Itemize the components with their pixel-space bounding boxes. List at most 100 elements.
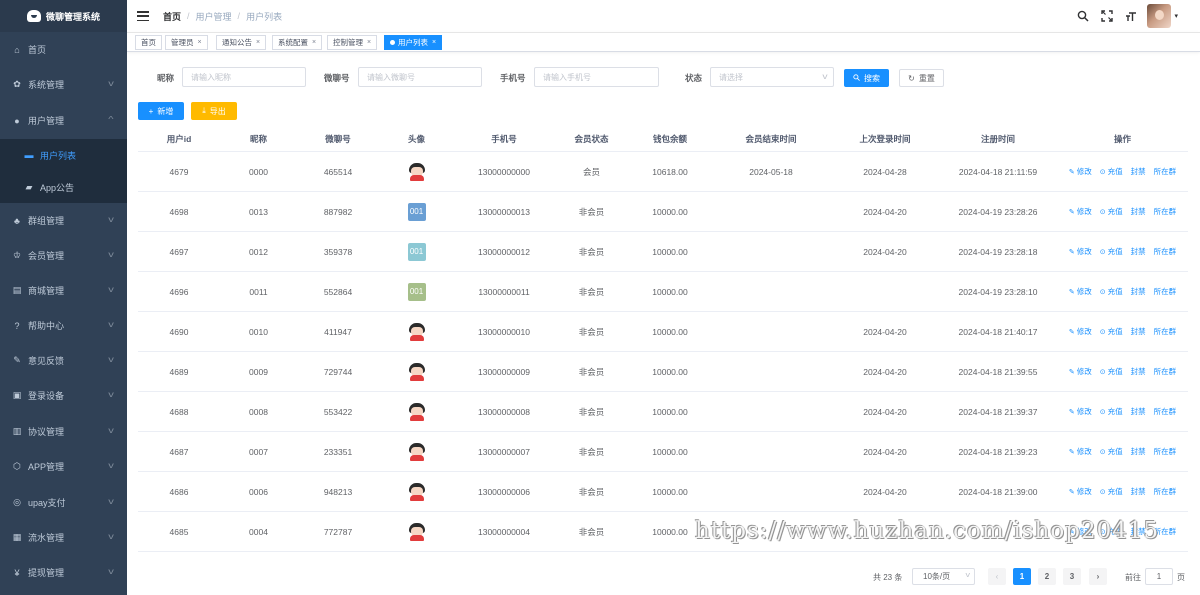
next-page-button[interactable]: ›: [1089, 568, 1107, 585]
sidebar-item-2[interactable]: ● 用户管理 ^: [0, 103, 127, 138]
hamburger-menu-icon[interactable]: [137, 11, 149, 21]
row-action-button[interactable]: ✎ 修改: [1069, 246, 1092, 257]
wechat-id-input[interactable]: 请输入微聊号: [358, 67, 482, 87]
close-icon[interactable]: ×: [256, 39, 260, 46]
row-action-button[interactable]: 所在群: [1154, 366, 1177, 377]
tag-4[interactable]: 控制管理 ×: [327, 35, 378, 50]
row-action-button[interactable]: 封禁: [1131, 446, 1146, 457]
row-action-button[interactable]: 所在群: [1154, 446, 1177, 457]
sidebar-item-8[interactable]: ▣ 登录设备 v: [0, 378, 127, 413]
tag-5[interactable]: 用户列表 ×: [384, 35, 443, 50]
cartoon-avatar-image[interactable]: [408, 322, 426, 341]
row-action-button[interactable]: 所在群: [1154, 206, 1177, 217]
cartoon-avatar-image[interactable]: [408, 402, 426, 421]
page-button-3[interactable]: 3: [1063, 568, 1081, 585]
row-action-button[interactable]: 所在群: [1154, 166, 1177, 177]
page-button-1[interactable]: 1: [1013, 568, 1031, 585]
sidebar-item-13[interactable]: ¥ 提现管理 v: [0, 555, 127, 590]
row-action-button[interactable]: ⊙ 充值: [1100, 486, 1123, 497]
tag-3[interactable]: 系统配置 ×: [272, 35, 323, 50]
cartoon-avatar-image[interactable]: [408, 442, 426, 461]
phone-input[interactable]: 请输入手机号: [534, 67, 659, 87]
sidebar-item-1[interactable]: ✿ 系统管理 v: [0, 67, 127, 102]
add-button[interactable]: + 新增: [138, 102, 184, 120]
avatar-image[interactable]: 001: [407, 282, 426, 301]
nickname-input[interactable]: 请输入昵称: [182, 67, 306, 87]
page-size-select[interactable]: 10条/页 v: [912, 568, 975, 585]
row-action-button[interactable]: 所在群: [1154, 486, 1177, 497]
row-action-button[interactable]: ✎ 修改: [1069, 486, 1092, 497]
sidebar-item-10[interactable]: ⬡ APP管理 v: [0, 449, 127, 484]
search-icon[interactable]: [1077, 10, 1090, 22]
goto-page-input[interactable]: 1: [1145, 568, 1173, 585]
close-icon[interactable]: ×: [198, 39, 202, 46]
close-icon[interactable]: ×: [432, 39, 436, 46]
row-action-button[interactable]: ⊙ 充值: [1100, 446, 1123, 457]
caret-down-icon[interactable]: ▾: [1174, 12, 1178, 20]
user-avatar[interactable]: [1147, 4, 1172, 28]
row-action-button[interactable]: 封禁: [1131, 406, 1146, 417]
cartoon-avatar-image[interactable]: [408, 522, 426, 541]
row-action-button[interactable]: 封禁: [1131, 166, 1146, 177]
row-action-button[interactable]: ✎ 修改: [1069, 206, 1092, 217]
row-action-button[interactable]: 所在群: [1154, 326, 1177, 337]
row-action-button[interactable]: ✎ 修改: [1069, 326, 1092, 337]
font-size-icon[interactable]: [1125, 10, 1137, 22]
close-icon[interactable]: ×: [312, 39, 316, 46]
fullscreen-icon[interactable]: [1101, 10, 1114, 22]
row-action-button[interactable]: 封禁: [1131, 246, 1146, 257]
row-action-button[interactable]: ✎ 修改: [1069, 286, 1092, 297]
row-action-button[interactable]: ⊙ 充值: [1100, 206, 1123, 217]
sidebar-item-5[interactable]: ▤ 商城管理 v: [0, 273, 127, 308]
breadcrumb-home[interactable]: 首页: [163, 10, 181, 23]
export-button[interactable]: ⤓ 导出: [191, 102, 237, 120]
row-action-button[interactable]: 封禁: [1131, 366, 1146, 377]
cartoon-avatar-image[interactable]: [408, 162, 426, 181]
row-action-button[interactable]: 所在群: [1154, 526, 1177, 537]
sidebar-item-9[interactable]: ▥ 协议管理 v: [0, 414, 127, 449]
row-action-button[interactable]: ⊙ 充值: [1100, 406, 1123, 417]
row-action-button[interactable]: ⊙ 充值: [1100, 166, 1123, 177]
row-action-button[interactable]: ✎ 修改: [1069, 446, 1092, 457]
tag-0[interactable]: 首页: [135, 35, 162, 50]
submenu-item-0[interactable]: ▬ 用户列表: [0, 139, 127, 171]
sidebar-item-3[interactable]: ♣ 群组管理 v: [0, 203, 127, 238]
reset-button[interactable]: ↻ 重置: [899, 69, 944, 87]
row-action-button[interactable]: ✎ 修改: [1069, 406, 1092, 417]
sidebar-item-11[interactable]: ◎ upay支付 v: [0, 485, 127, 520]
row-action-button[interactable]: ✎ 修改: [1069, 526, 1092, 537]
row-action-button[interactable]: ⊙ 充值: [1100, 246, 1123, 257]
page-button-2[interactable]: 2: [1038, 568, 1056, 585]
tag-2[interactable]: 通知公告 ×: [216, 35, 267, 50]
row-action-button[interactable]: 所在群: [1154, 406, 1177, 417]
avatar-image[interactable]: 001: [407, 242, 426, 261]
row-action-button[interactable]: ⊙ 充值: [1100, 366, 1123, 377]
cartoon-avatar-image[interactable]: [408, 362, 426, 381]
row-action-button[interactable]: 所在群: [1154, 286, 1177, 297]
submenu-item-1[interactable]: ▰ App公告: [0, 171, 127, 203]
sidebar-item-4[interactable]: ♔ 会员管理 v: [0, 238, 127, 273]
row-action-button[interactable]: 封禁: [1131, 526, 1146, 537]
sidebar-item-7[interactable]: ✎ 意见反馈 v: [0, 343, 127, 378]
avatar-image[interactable]: 001: [407, 202, 426, 221]
row-action-button[interactable]: ⊙ 充值: [1100, 286, 1123, 297]
row-action-button[interactable]: 封禁: [1131, 206, 1146, 217]
search-button[interactable]: 搜索: [844, 69, 889, 87]
breadcrumb-user-management[interactable]: 用户管理: [196, 10, 232, 23]
sidebar-logo[interactable]: 微聊管理系统: [0, 0, 127, 32]
sidebar-item-12[interactable]: ▦ 流水管理 v: [0, 520, 127, 555]
tag-1[interactable]: 管理员 ×: [165, 35, 208, 50]
row-action-button[interactable]: 所在群: [1154, 246, 1177, 257]
sidebar-item-6[interactable]: ? 帮助中心 v: [0, 308, 127, 343]
row-action-button[interactable]: ⊙ 充值: [1100, 526, 1123, 537]
row-action-button[interactable]: ✎ 修改: [1069, 166, 1092, 177]
status-select[interactable]: 请选择 v: [710, 67, 834, 87]
row-action-button[interactable]: ⊙ 充值: [1100, 326, 1123, 337]
row-action-button[interactable]: 封禁: [1131, 486, 1146, 497]
row-action-button[interactable]: 封禁: [1131, 286, 1146, 297]
cartoon-avatar-image[interactable]: [408, 482, 426, 501]
sidebar-item-0[interactable]: ⌂ 首页: [0, 32, 127, 67]
close-icon[interactable]: ×: [367, 39, 371, 46]
row-action-button[interactable]: ✎ 修改: [1069, 366, 1092, 377]
row-action-button[interactable]: 封禁: [1131, 326, 1146, 337]
